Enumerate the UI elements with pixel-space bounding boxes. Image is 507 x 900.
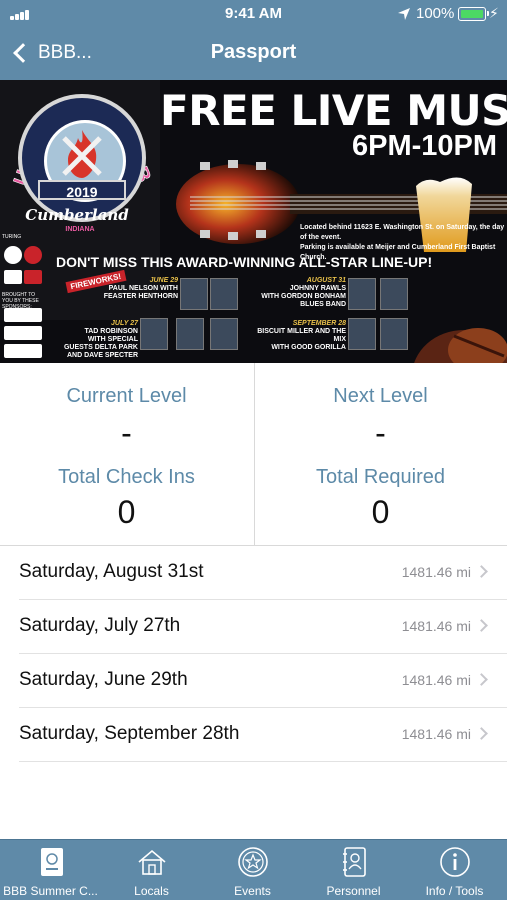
chevron-right-icon	[475, 619, 488, 632]
top-bar: 9:41 AM 100% ⚡ BBB... Passport	[0, 0, 507, 80]
total-checkins-label: Total Check Ins	[58, 466, 195, 488]
artist-photo	[348, 278, 376, 310]
house-icon	[138, 849, 166, 875]
event-distance: 1481.46 mi	[401, 618, 471, 634]
artist-photo	[380, 278, 408, 310]
artist-photo	[176, 318, 204, 350]
act-august: AUGUST 31 JOHNNY RAWLS WITH GORDON BONHA…	[261, 277, 346, 308]
tab-label: Locals	[134, 884, 169, 898]
artist-photo	[140, 318, 168, 350]
artist-photo	[180, 278, 208, 310]
bbq-ribs-image	[414, 328, 507, 363]
contact-book-icon	[343, 847, 366, 877]
event-name: Saturday, September 28th	[19, 723, 240, 744]
artist-photo	[210, 318, 238, 350]
act-june: JUNE 29 PAUL NELSON WITH FEASTER HENTHOR…	[103, 277, 178, 300]
act-september: SEPTEMBER 28 BISCUIT MILLER AND THE MIX …	[257, 320, 346, 351]
current-level-label: Current Level	[66, 385, 187, 407]
page-title: Passport	[210, 41, 297, 63]
event-row-june[interactable]: Saturday, June 29th 1481.46 mi	[0, 654, 507, 708]
flame-icon	[62, 130, 102, 178]
tab-personnel[interactable]: Personnel	[303, 840, 404, 900]
battery-percent: 100%	[416, 5, 455, 22]
artist-photo	[348, 318, 376, 350]
total-checkins-value: 0	[117, 494, 136, 530]
event-row-august[interactable]: Saturday, August 31st 1481.46 mi	[0, 546, 507, 600]
event-name: Saturday, August 31st	[19, 561, 204, 582]
act-july: JULY 27 TAD ROBINSON WITH SPECIAL GUESTS…	[63, 320, 138, 359]
battery-icon	[458, 7, 489, 21]
tab-label: Info / Tools	[425, 884, 484, 898]
info-icon	[440, 847, 470, 877]
total-required-label: Total Required	[316, 466, 445, 488]
next-level-value: -	[375, 415, 386, 451]
passport-stats: Current Level - Total Check Ins 0 Next L…	[0, 363, 507, 546]
passport-icon	[41, 848, 63, 876]
artist-photo	[210, 278, 238, 310]
event-name: Saturday, June 29th	[19, 669, 188, 690]
location-arrow-icon	[398, 8, 410, 20]
tab-label: Events	[234, 884, 271, 898]
event-row-september[interactable]: Saturday, September 28th 1481.46 mi	[0, 708, 507, 762]
tab-bar: BBB Summer C... Locals Events Personnel	[0, 839, 507, 900]
status-bar: 9:41 AM 100% ⚡	[0, 0, 507, 28]
event-distance: 1481.46 mi	[401, 672, 471, 688]
event-banner-image: BLUES, BEER, & BBQ 2019 Cumberland INDIA…	[0, 80, 507, 363]
sponsor-logos: TURING BROUGHT TO YOU BY THESE SPONSORS:	[0, 228, 48, 363]
tab-info-tools[interactable]: Info / Tools	[404, 840, 505, 900]
tab-label: Personnel	[326, 884, 381, 898]
event-distance: 1481.46 mi	[401, 564, 471, 580]
tab-events[interactable]: Events	[202, 840, 303, 900]
tab-label: BBB Summer C...	[3, 884, 98, 898]
stats-left-column: Current Level - Total Check Ins 0	[0, 363, 253, 545]
stats-right-column: Next Level - Total Required 0	[254, 363, 507, 545]
festival-year: 2019	[38, 180, 126, 200]
tab-summer-concerts[interactable]: BBB Summer C...	[0, 840, 101, 900]
next-level-label: Next Level	[333, 385, 428, 407]
lineup-heading: DON'T MISS THIS AWARD-WINNING ALL-STAR L…	[56, 254, 433, 270]
event-name: Saturday, July 27th	[19, 615, 181, 636]
tab-locals[interactable]: Locals	[101, 840, 202, 900]
current-level-value: -	[121, 415, 132, 451]
festival-town: Cumberland	[25, 206, 129, 224]
star-badge-icon	[238, 847, 268, 877]
total-required-value: 0	[371, 494, 390, 530]
event-row-july[interactable]: Saturday, July 27th 1481.46 mi	[0, 600, 507, 654]
chevron-right-icon	[475, 673, 488, 686]
banner-headline: FREE LIVE MUSIC	[160, 86, 507, 135]
event-distance: 1481.46 mi	[401, 726, 471, 742]
chevron-right-icon	[475, 565, 488, 578]
chevron-right-icon	[475, 727, 488, 740]
charging-icon: ⚡	[489, 5, 499, 21]
